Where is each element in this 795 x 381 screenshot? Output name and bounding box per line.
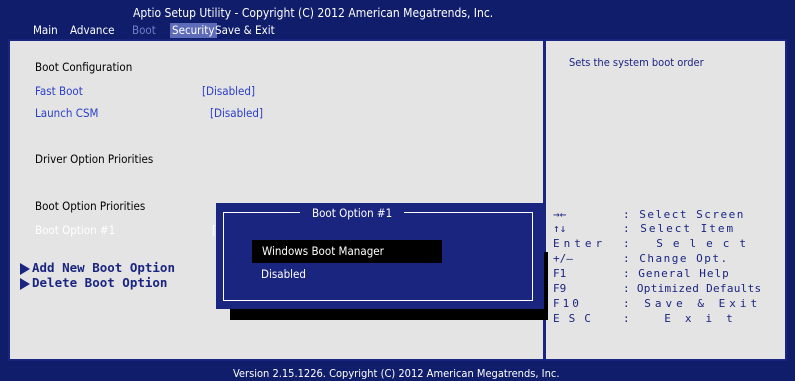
key-help-exit: ESC : Exit — [553, 312, 747, 325]
tab-main[interactable]: Main — [33, 23, 58, 38]
app-title: Aptio Setup Utility - Copyright (C) 2012… — [133, 6, 494, 20]
key-desc: : General Help — [623, 267, 730, 280]
key-help-select-screen: →← : Select Screen — [553, 208, 745, 221]
add-new-boot-option-label: Add New Boot Option — [32, 260, 175, 275]
launch-csm-value[interactable]: [Disabled] — [210, 106, 263, 120]
popup-frame: Boot Option #1 Windows Boot Manager Disa… — [223, 206, 533, 301]
key-desc: : Exit — [623, 312, 747, 325]
key-label: →← — [553, 208, 567, 221]
key-label: +/— — [553, 252, 573, 265]
launch-csm-label[interactable]: Launch CSM — [35, 106, 98, 120]
tab-save-exit[interactable]: Save & Exit — [215, 23, 275, 38]
key-help-optimized-defaults: F9 : Optimized Defaults — [553, 282, 761, 295]
key-help-enter: Enter : Select — [553, 237, 756, 250]
key-label: Enter — [553, 237, 607, 250]
header-bar: Aptio Setup Utility - Copyright (C) 2012… — [0, 0, 795, 38]
key-help-select-item: ↑↓ : Select Item — [553, 222, 735, 235]
popup-option-windows-boot-manager[interactable]: Windows Boot Manager — [252, 240, 442, 263]
tab-advance[interactable]: Advance — [70, 23, 115, 38]
add-new-boot-option-item[interactable]: Add New Boot Option — [20, 260, 175, 275]
fast-boot-value[interactable]: [Disabled] — [202, 84, 255, 98]
tab-security[interactable]: Security — [170, 23, 217, 38]
key-label: ↑↓ — [553, 222, 567, 235]
menu-bar: Main Advance Boot Security Save & Exit — [0, 23, 795, 38]
key-desc: : Select Item — [623, 222, 736, 235]
key-help-general-help: F1 : General Help — [553, 267, 730, 280]
key-label: F10 — [553, 297, 582, 310]
section-boot-option-priorities: Boot Option Priorities — [35, 199, 146, 213]
fast-boot-label[interactable]: Fast Boot — [35, 84, 83, 98]
key-help-save-exit: F10 : Save & Exit — [553, 297, 761, 310]
delete-boot-option-item[interactable]: Delete Boot Option — [20, 275, 167, 290]
help-text: Sets the system boot order — [569, 56, 704, 69]
triangle-right-icon — [20, 262, 30, 275]
section-boot-configuration: Boot Configuration — [35, 60, 133, 74]
popup-option-disabled[interactable]: Disabled — [261, 267, 306, 281]
boot-option-1-label[interactable]: Boot Option #1 — [35, 223, 115, 237]
section-driver-option-priorities: Driver Option Priorities — [35, 152, 154, 166]
key-label: F1 — [553, 267, 567, 280]
key-desc: : Select — [623, 237, 756, 250]
key-desc: : Change Opt. — [623, 252, 729, 265]
key-desc: : Save & Exit — [623, 297, 762, 310]
tab-boot[interactable]: Boot — [132, 23, 156, 38]
boot-option-popup: Boot Option #1 Windows Boot Manager Disa… — [216, 203, 544, 309]
delete-boot-option-label: Delete Boot Option — [32, 275, 168, 290]
key-label: ESC — [553, 312, 600, 325]
triangle-right-icon — [20, 277, 30, 290]
key-help-change-opt: +/— : Change Opt. — [553, 252, 729, 265]
key-desc: : Select Screen — [623, 208, 745, 221]
key-label: F9 — [553, 282, 567, 295]
popup-title: Boot Option #1 — [300, 206, 405, 220]
version-text: Version 2.15.1226. Copyright (C) 2012 Am… — [233, 367, 560, 380]
key-desc: : Optimized Defaults — [623, 282, 762, 295]
